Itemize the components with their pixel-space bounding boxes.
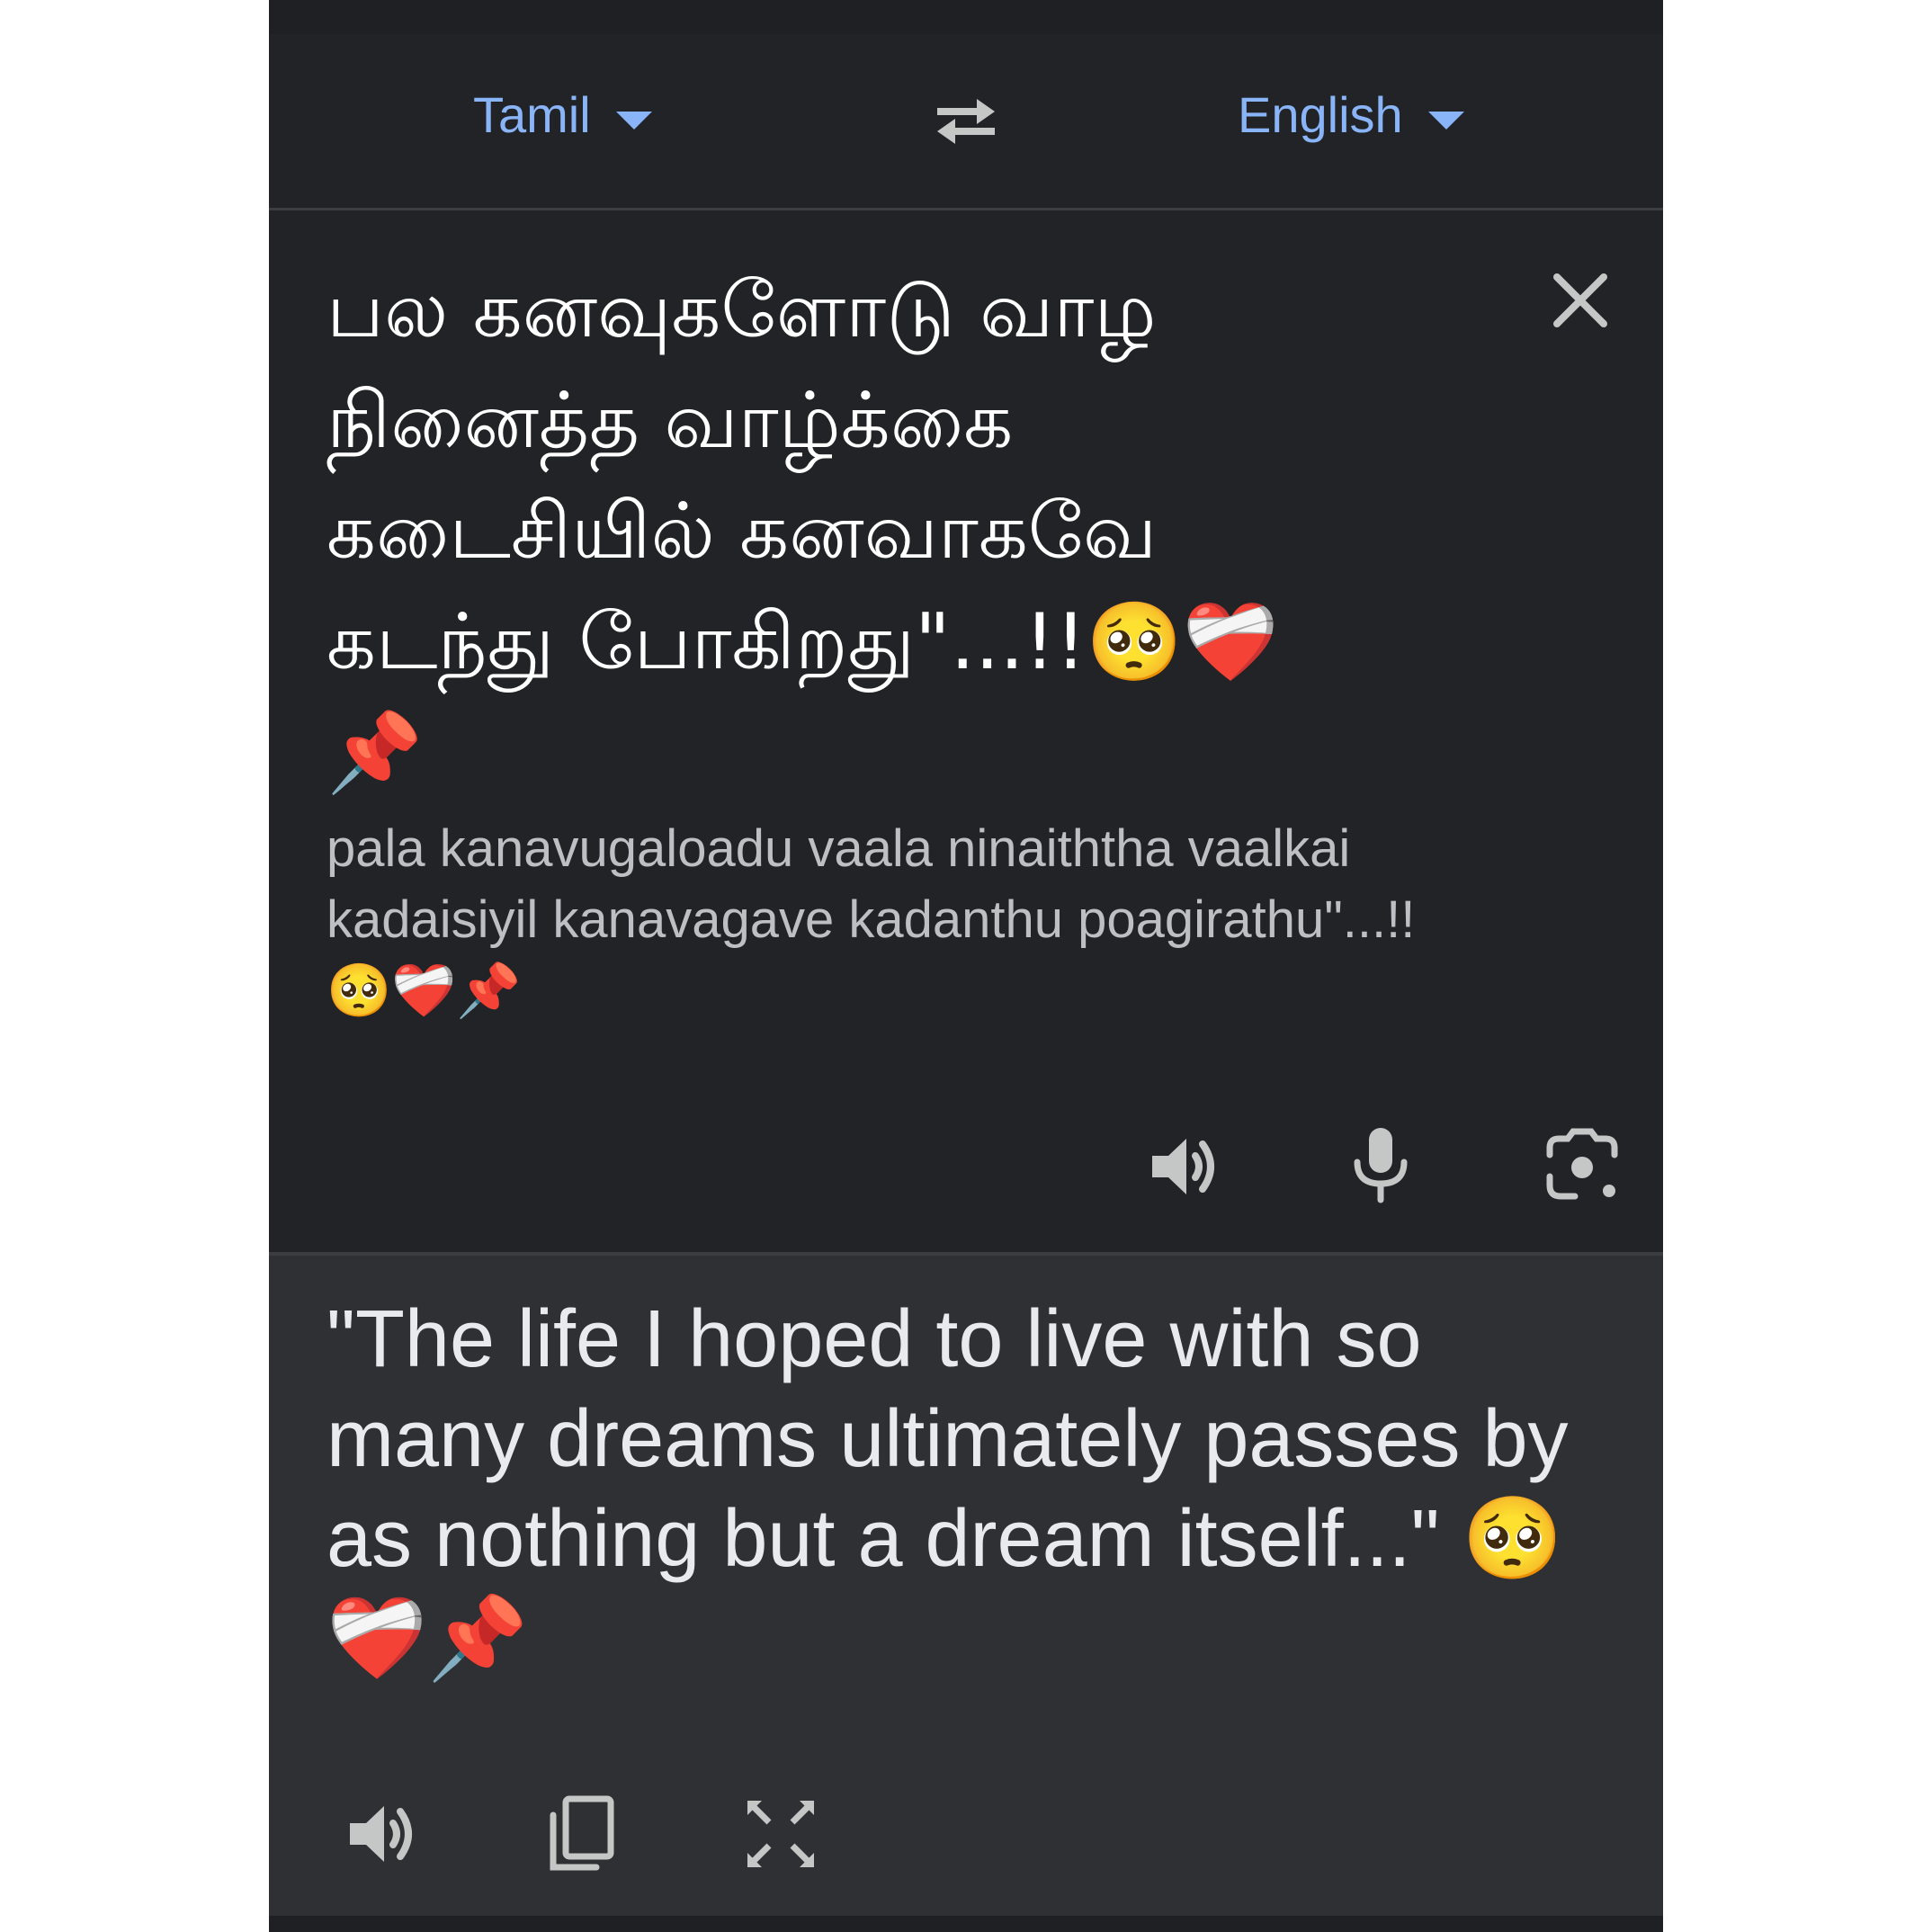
close-icon[interactable] <box>1544 264 1616 336</box>
source-language-label: Tamil <box>473 86 591 143</box>
swap-languages-icon[interactable] <box>930 92 1002 149</box>
source-panel: பல கனவுகளோடு வாழ நினைத்த வாழ்க்கை கடைசிய… <box>269 210 1663 1252</box>
copy-icon[interactable] <box>544 1793 620 1874</box>
camera-icon[interactable] <box>1544 1128 1620 1203</box>
source-text-input[interactable]: பல கனவுகளோடு வாழ நினைத்த வாழ்க்கை கடைசிய… <box>326 255 1361 809</box>
speaker-icon[interactable] <box>343 1793 424 1874</box>
translate-app: Tamil English பல கனவுகளோடு வாழ நினைத்த வ… <box>269 0 1663 1932</box>
chevron-down-icon <box>1427 111 1464 130</box>
chevron-down-icon <box>615 111 652 130</box>
translation-panel: "The life I hoped to live with so many d… <box>269 1256 1663 1916</box>
source-language-selector[interactable]: Tamil <box>473 85 652 144</box>
bottom-strip <box>269 1916 1663 1932</box>
translation-text[interactable]: "The life I hoped to live with so many d… <box>326 1290 1622 1689</box>
target-language-label: English <box>1238 86 1403 143</box>
top-bar-strip <box>269 0 1663 34</box>
target-language-selector[interactable]: English <box>1238 85 1464 144</box>
transliteration-text: pala kanavugaloadu vaala ninaiththa vaal… <box>326 819 1416 1020</box>
fullscreen-icon[interactable] <box>742 1795 819 1873</box>
microphone-icon[interactable] <box>1345 1124 1417 1205</box>
speaker-icon[interactable] <box>1145 1126 1226 1207</box>
